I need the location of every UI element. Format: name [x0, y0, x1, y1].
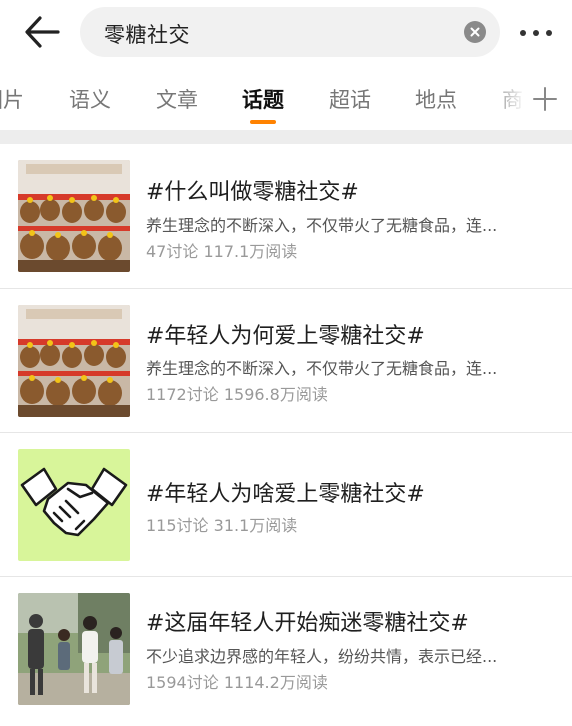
topic-title: #年轻人为何爱上零糖社交# [146, 324, 425, 349]
discussion-count: 115讨论 [146, 516, 209, 535]
topic-title: #这届年轻人开始痴迷零糖社交# [146, 611, 469, 636]
top-bar: 零糖社交 [0, 0, 572, 64]
clear-search-icon[interactable] [464, 21, 486, 43]
tab-super-topics[interactable]: 超话 [329, 84, 371, 114]
topic-description: 养生理念的不断深入，不仅带火了无糖食品，连... [146, 216, 498, 235]
discussion-count: 47讨论 [146, 242, 199, 261]
topic-title: #什么叫做零糖社交# [146, 180, 359, 205]
search-category-tabs: 图片 语义 文章 话题 超话 地点 商 [0, 64, 572, 130]
topic-stats: 1172讨论 1596.8万阅读 [146, 381, 328, 405]
topic-result-4[interactable]: #这届年轻人开始痴迷零糖社交# 不少追求边界感的年轻人，纷纷共情，表示已经...… [0, 577, 572, 721]
section-separator [0, 130, 572, 144]
people-photo-image [18, 593, 130, 705]
add-tab-icon[interactable] [530, 84, 560, 114]
discussion-count: 1172讨论 [146, 385, 219, 404]
topic-description: 不少追求边界感的年轻人，纷纷共情，表示已经... [146, 647, 498, 666]
tab-articles[interactable]: 文章 [156, 84, 198, 114]
read-count: 117.1万阅读 [203, 242, 298, 261]
read-count: 1114.2万阅读 [223, 673, 328, 692]
topic-stats: 1594讨论 1114.2万阅读 [146, 669, 328, 693]
topic-result-2[interactable]: #年轻人为何爱上零糖社交# 养生理念的不断深入，不仅带火了无糖食品，连... 1… [0, 289, 572, 433]
tab-images[interactable]: 图片 [0, 84, 24, 114]
read-count: 1596.8万阅读 [223, 385, 328, 404]
search-input[interactable]: 零糖社交 [80, 7, 500, 57]
topic-stats: 115讨论 31.1万阅读 [146, 512, 297, 536]
plush-toy-display-image [18, 305, 130, 417]
discussion-count: 1594讨论 [146, 673, 219, 692]
topic-result-3[interactable]: #年轻人为啥爱上零糖社交# 115讨论 31.1万阅读 [0, 433, 572, 577]
tabs-fade [486, 64, 526, 130]
tab-semantic[interactable]: 语义 [69, 84, 111, 114]
topic-result-1[interactable]: #什么叫做零糖社交# 养生理念的不断深入，不仅带火了无糖食品，连... 47讨论… [0, 144, 572, 288]
plush-toy-display-image [18, 160, 130, 272]
more-options-icon[interactable] [516, 22, 556, 42]
tab-locations[interactable]: 地点 [415, 84, 457, 114]
topic-stats: 47讨论 117.1万阅读 [146, 238, 297, 262]
topic-description: 养生理念的不断深入，不仅带火了无糖食品，连... [146, 359, 498, 378]
active-tab-indicator [250, 120, 276, 124]
handshake-icon [18, 449, 130, 561]
read-count: 31.1万阅读 [213, 516, 298, 535]
search-query-text: 零糖社交 [104, 23, 190, 47]
back-arrow-icon[interactable] [22, 14, 62, 50]
topic-title: #年轻人为啥爱上零糖社交# [146, 482, 425, 507]
tab-topics[interactable]: 话题 [242, 84, 284, 114]
